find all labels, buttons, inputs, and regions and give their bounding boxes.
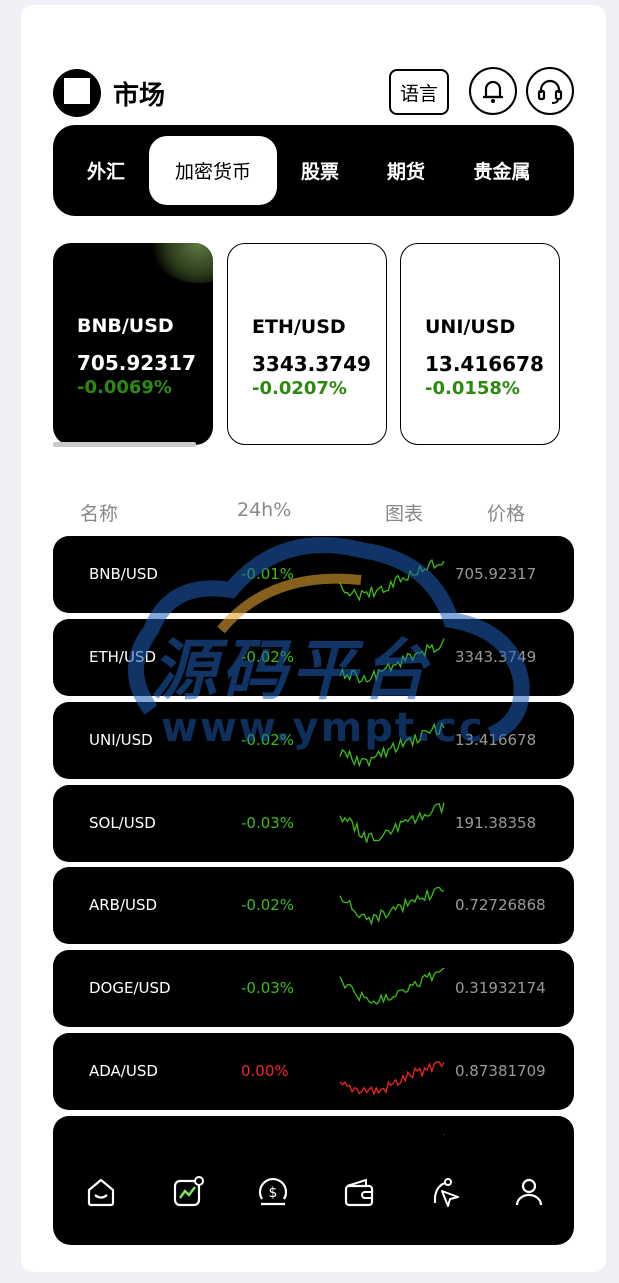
featured-change: -0.0158% xyxy=(425,378,520,399)
market-icon[interactable] xyxy=(171,1175,205,1209)
sparkline-series xyxy=(339,802,445,843)
notification-button[interactable] xyxy=(469,67,517,115)
row-price: 705.92317 xyxy=(455,565,537,583)
svg-text:$: $ xyxy=(269,1185,278,1201)
row-pair: UNI/USD xyxy=(89,731,153,749)
tab-crypto[interactable]: 加密货币 xyxy=(149,136,277,205)
row-pair: ARB/USD xyxy=(89,896,158,914)
market-row[interactable]: DOGE/USD -0.03% 0.31932174 xyxy=(53,950,574,1027)
sparkline-chart xyxy=(339,558,445,602)
bottom-navigation: $ xyxy=(53,1135,574,1245)
sparkline-series xyxy=(339,886,445,926)
user-icon[interactable] xyxy=(512,1175,546,1209)
column-header-name: 名称 xyxy=(80,503,119,525)
featured-pair: BNB/USD xyxy=(77,315,174,337)
carousel-scroll-indicator[interactable] xyxy=(53,442,196,447)
market-row[interactable]: ARB/USD -0.02% 0.72726868 xyxy=(53,867,574,944)
row-price: 0.87381709 xyxy=(455,1062,546,1080)
featured-price: 3343.3749 xyxy=(252,352,371,376)
featured-card-uni[interactable]: UNI/USD 13.416678 -0.0158% xyxy=(400,243,560,445)
dollar-icon[interactable]: $ xyxy=(256,1175,290,1209)
market-row[interactable]: BNB/USD -0.01% 705.92317 xyxy=(53,536,574,613)
watermark-url: www.ympt.cc xyxy=(161,705,485,751)
row-price: 191.38358 xyxy=(455,814,537,832)
home-icon[interactable] xyxy=(84,1175,118,1209)
row-change: -0.03% xyxy=(241,979,295,997)
column-header-chart: 图表 xyxy=(385,503,424,525)
row-change: 0.00% xyxy=(241,1062,289,1080)
page-header: 市场 语言 xyxy=(53,63,574,123)
sparkline-series xyxy=(339,967,445,1005)
featured-card-bnb[interactable]: BNB/USD 705.92317 -0.0069% xyxy=(53,243,213,445)
featured-pair: UNI/USD xyxy=(425,316,516,338)
sparkline-chart xyxy=(339,802,445,843)
share-icon[interactable] xyxy=(428,1175,462,1209)
featured-price: 13.416678 xyxy=(425,352,544,376)
category-tabs: 外汇 加密货币 股票 期货 贵金属 xyxy=(53,125,574,216)
sparkline-chart xyxy=(339,886,445,926)
row-pair: DOGE/USD xyxy=(89,979,171,997)
logo xyxy=(53,69,101,117)
market-row[interactable]: SOL/USD -0.03% 191.38358 xyxy=(53,785,574,862)
support-button[interactable] xyxy=(526,67,574,115)
tab-stocks[interactable]: 股票 xyxy=(285,136,355,205)
column-header-change: 24h% xyxy=(237,499,292,521)
language-button[interactable]: 语言 xyxy=(389,69,449,115)
row-change: -0.02% xyxy=(241,896,295,914)
featured-price: 705.92317 xyxy=(77,351,196,375)
row-pair: BNB/USD xyxy=(89,565,158,583)
page-title: 市场 xyxy=(113,81,166,111)
row-pair: ETH/USD xyxy=(89,648,157,666)
column-header-price: 价格 xyxy=(487,503,526,525)
row-change: -0.01% xyxy=(241,565,295,583)
app-screen: 市场 语言 外汇 加密货币 股票 期货 贵金属 BNB/USD 705.9231… xyxy=(21,5,606,1272)
row-price: 3343.3749 xyxy=(455,648,537,666)
sparkline-chart xyxy=(339,967,445,1005)
market-row[interactable]: ADA/USD 0.00% 0.87381709 xyxy=(53,1033,574,1110)
row-change: -0.03% xyxy=(241,814,295,832)
bell-icon xyxy=(483,80,503,103)
featured-change: -0.0069% xyxy=(77,377,172,398)
row-price: 0.72726868 xyxy=(455,896,546,914)
wallet-icon[interactable] xyxy=(342,1175,376,1209)
sparkline-chart xyxy=(339,1061,445,1096)
featured-pair: ETH/USD xyxy=(252,316,346,338)
sparkline-series xyxy=(339,1061,445,1096)
row-pair: SOL/USD xyxy=(89,814,156,832)
sparkline-series xyxy=(339,558,445,602)
headset-icon xyxy=(537,79,563,104)
tab-precious-metals[interactable]: 贵金属 xyxy=(457,136,547,205)
row-price: 0.31932174 xyxy=(455,979,546,997)
row-pair: ADA/USD xyxy=(89,1062,158,1080)
featured-change: -0.0207% xyxy=(252,378,347,399)
watermark-text: 源码平台 xyxy=(151,632,431,709)
tab-forex[interactable]: 外汇 xyxy=(71,136,141,205)
featured-card-eth[interactable]: ETH/USD 3343.3749 -0.0207% xyxy=(227,243,387,445)
tab-futures[interactable]: 期货 xyxy=(371,136,441,205)
